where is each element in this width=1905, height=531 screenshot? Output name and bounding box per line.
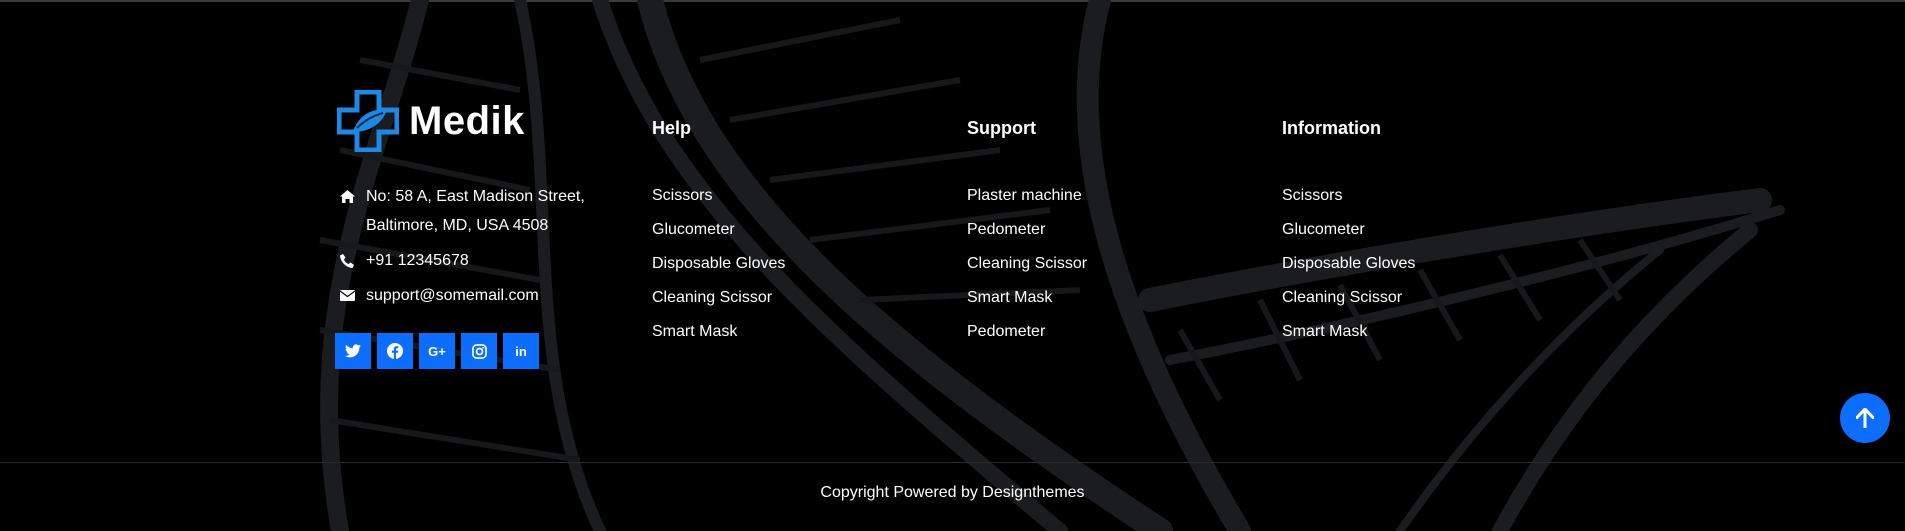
google-plus-icon: G+ — [428, 343, 446, 359]
contact-email[interactable]: support@somemail.com — [340, 281, 640, 310]
medical-cross-leaf-icon — [337, 90, 399, 152]
column-title-help: Help — [652, 118, 692, 138]
address-line-1: No: 58 A, East Madison Street, — [366, 188, 585, 205]
support-link-cleaning-scissor[interactable]: Cleaning Scissor — [967, 247, 1087, 281]
help-link-glucometer[interactable]: Glucometer — [652, 213, 785, 247]
email-address: support@somemail.com — [366, 287, 539, 304]
information-link-disposable-gloves[interactable]: Disposable Gloves — [1282, 247, 1415, 281]
footer-divider — [0, 462, 1905, 463]
address-line-2: Baltimore, MD, USA 4508 — [366, 217, 549, 234]
help-link-scissors[interactable]: Scissors — [652, 179, 785, 213]
information-link-scissors[interactable]: Scissors — [1282, 179, 1415, 213]
support-link-smart-mask[interactable]: Smart Mask — [967, 281, 1087, 315]
facebook-icon — [387, 343, 403, 359]
facebook-button[interactable] — [377, 333, 413, 369]
brand-name: Medik — [409, 98, 525, 143]
contact-info: No: 58 A, East Madison Street, Baltimore… — [340, 182, 640, 316]
information-link-cleaning-scissor[interactable]: Cleaning Scissor — [1282, 281, 1415, 315]
linkedin-button[interactable]: in — [503, 333, 539, 369]
copyright-text: Copyright Powered by Designthemes — [820, 484, 1085, 501]
home-icon — [340, 182, 366, 211]
envelope-icon — [340, 281, 366, 310]
linkedin-icon: in — [515, 343, 527, 359]
column-title-information: Information — [1282, 118, 1381, 138]
arrow-up-icon — [1856, 408, 1874, 428]
information-link-glucometer[interactable]: Glucometer — [1282, 213, 1415, 247]
support-link-plaster-machine[interactable]: Plaster machine — [967, 179, 1087, 213]
phone-icon — [340, 246, 366, 275]
social-links: G+ in — [335, 333, 539, 369]
phone-number: +91 12345678 — [366, 252, 469, 269]
twitter-icon — [345, 344, 361, 358]
help-link-smart-mask[interactable]: Smart Mask — [652, 315, 785, 349]
instagram-button[interactable] — [461, 333, 497, 369]
back-to-top-button[interactable] — [1840, 393, 1890, 443]
footer-column-support: Support Plaster machine Pedometer Cleani… — [967, 115, 1087, 349]
footer-column-information: Information Scissors Glucometer Disposab… — [1282, 115, 1415, 349]
support-link-pedometer-2[interactable]: Pedometer — [967, 315, 1087, 349]
column-title-support: Support — [967, 118, 1036, 138]
instagram-icon — [471, 343, 487, 359]
help-link-disposable-gloves[interactable]: Disposable Gloves — [652, 247, 785, 281]
contact-phone[interactable]: +91 12345678 — [340, 246, 640, 275]
contact-address: No: 58 A, East Madison Street, Baltimore… — [340, 182, 640, 240]
dna-background-art — [319, 0, 1785, 531]
google-plus-button[interactable]: G+ — [419, 333, 455, 369]
help-link-cleaning-scissor[interactable]: Cleaning Scissor — [652, 281, 785, 315]
information-link-smart-mask[interactable]: Smart Mask — [1282, 315, 1415, 349]
support-link-pedometer[interactable]: Pedometer — [967, 213, 1087, 247]
footer-column-help: Help Scissors Glucometer Disposable Glov… — [652, 115, 785, 349]
twitter-button[interactable] — [335, 333, 371, 369]
footer-brand[interactable]: Medik — [337, 90, 525, 152]
